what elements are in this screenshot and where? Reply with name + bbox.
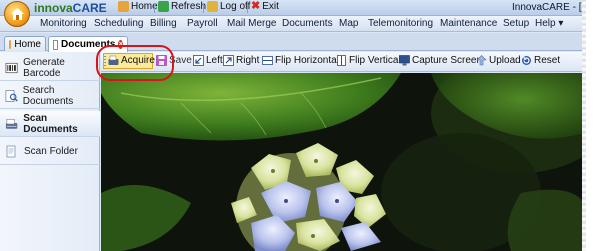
quick-logoff-button[interactable]: Log off <box>207 1 250 12</box>
app-brand: innovaCARE <box>34 1 107 15</box>
menu-monitoring[interactable]: Monitoring <box>40 18 87 29</box>
home-logo-icon <box>11 8 24 20</box>
menu-help[interactable]: Help ▾ <box>535 18 563 29</box>
monitor-icon <box>399 55 410 66</box>
tab-home[interactable]: Home <box>4 36 46 51</box>
sidebar-item-label: Search Documents <box>22 84 74 107</box>
rotate-left-button[interactable]: Left <box>193 55 223 66</box>
upload-label: Upload <box>489 55 521 66</box>
flip-vertical-label: Flip Vertical <box>349 55 401 66</box>
home-icon <box>118 1 129 12</box>
scanned-image <box>101 73 584 251</box>
sidebar-item-generate-barcode[interactable]: Generate Barcode <box>0 55 100 81</box>
barcode-icon <box>5 62 18 73</box>
rotate-right-label: Right <box>236 55 260 66</box>
app-window: innovaCARE Home Refresh Log off ✖ Exit I… <box>0 0 584 251</box>
menu-mail-merge[interactable]: Mail Merge <box>227 18 276 29</box>
quick-home-button[interactable]: Home <box>118 1 158 12</box>
menu-scheduling[interactable]: Scheduling <box>94 18 143 29</box>
upload-button[interactable]: Upload <box>476 55 521 66</box>
menu-documents[interactable]: Documents <box>282 18 333 29</box>
quick-refresh-label: Refresh <box>171 1 207 12</box>
sidebar-item-label: Scan Documents <box>23 112 78 135</box>
sidebar-item-search-documents[interactable]: Search Documents <box>0 83 100 109</box>
reset-button[interactable]: Reset <box>521 55 560 66</box>
rotate-right-icon <box>223 55 234 66</box>
menu-bar: Monitoring Scheduling Billing Payroll Ma… <box>0 16 584 32</box>
menu-maintenance[interactable]: Maintenance <box>440 18 497 29</box>
sidebar-item-label: Generate Barcode <box>23 56 65 79</box>
flip-horizontal-label: Flip Horizontal <box>275 55 339 66</box>
torn-edge <box>582 0 602 251</box>
exit-icon: ✖ <box>251 0 261 12</box>
rotate-right-button[interactable]: Right <box>223 55 259 66</box>
scanned-image-viewer[interactable] <box>101 73 584 251</box>
flip-vertical-button[interactable]: Flip Vertical <box>336 55 401 66</box>
quick-exit-label: Exit <box>262 1 279 12</box>
rotate-left-label: Left <box>206 55 223 66</box>
menu-billing[interactable]: Billing <box>150 18 177 29</box>
menu-payroll[interactable]: Payroll <box>187 18 218 29</box>
sidebar-item-scan-folder[interactable]: Scan Folder <box>0 139 100 165</box>
tab-home-label: Home <box>14 38 41 50</box>
capture-screen-label: Capture Screen <box>412 55 483 66</box>
flip-horizontal-icon <box>262 56 273 65</box>
folder-icon <box>6 145 16 157</box>
tab-strip: Home Documents × <box>0 33 584 52</box>
reset-label: Reset <box>534 55 561 66</box>
document-icon <box>53 39 59 50</box>
search-document-icon <box>5 89 18 102</box>
reset-icon <box>522 56 531 65</box>
refresh-icon <box>158 1 169 12</box>
menu-map[interactable]: Map <box>339 18 358 29</box>
scanner-icon <box>5 118 18 129</box>
home-icon <box>9 39 12 49</box>
flip-horizontal-button[interactable]: Flip Horizontal <box>262 55 339 66</box>
app-logo[interactable] <box>4 1 30 27</box>
quick-exit-button[interactable]: ✖ Exit <box>251 0 279 13</box>
sidebar-item-label: Scan Folder <box>24 146 78 157</box>
upload-icon <box>476 55 487 66</box>
logoff-icon <box>207 1 218 12</box>
menu-telemonitoring[interactable]: Telemonitoring <box>368 18 433 29</box>
rotate-left-icon <box>193 55 204 66</box>
quick-refresh-button[interactable]: Refresh <box>158 1 206 12</box>
title-bar: innovaCARE Home Refresh Log off ✖ Exit I… <box>0 0 584 16</box>
window-title: InnovaCARE - [Doc <box>512 2 584 13</box>
flip-vertical-icon <box>337 55 346 66</box>
sidebar: Generate Barcode Search Documents Scan D… <box>0 52 100 251</box>
acquire-annotation-circle <box>96 45 174 81</box>
capture-screen-button[interactable]: Capture Screen <box>399 55 482 66</box>
sidebar-item-scan-documents[interactable]: Scan Documents <box>0 111 100 137</box>
menu-setup[interactable]: Setup <box>503 18 529 29</box>
quick-logoff-label: Log off <box>220 1 251 12</box>
